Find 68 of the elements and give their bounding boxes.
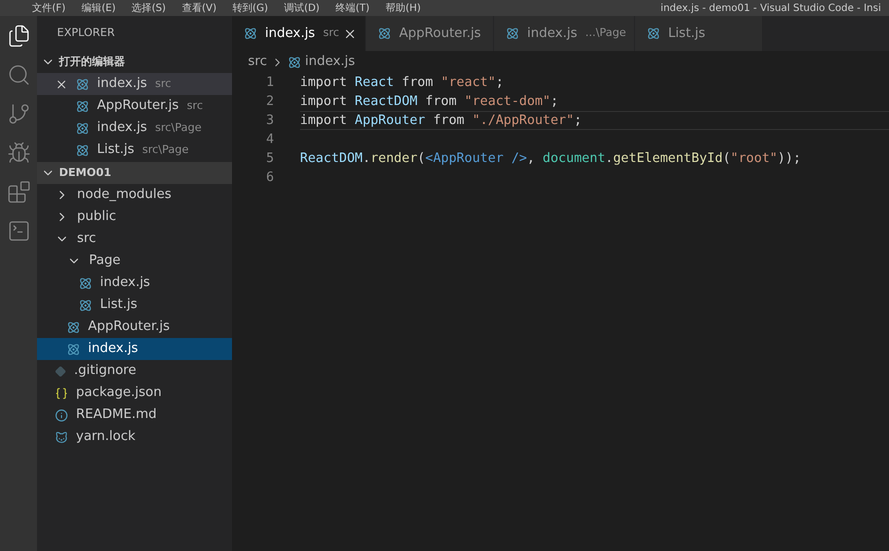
- terminal-icon[interactable]: [6, 219, 30, 243]
- menu-item[interactable]: 转到(G): [232, 0, 268, 16]
- line-number: 3: [265, 112, 274, 130]
- info-icon: [55, 408, 68, 422]
- tree-item[interactable]: List.js: [37, 294, 232, 316]
- breadcrumb-item[interactable]: src: [248, 52, 267, 72]
- atom-icon: [76, 100, 89, 112]
- search-icon[interactable]: [6, 63, 30, 87]
- atom-icon: [76, 144, 89, 156]
- code-line: import AppRouter from "./AppRouter";: [300, 111, 889, 130]
- menu-item[interactable]: 编辑(E): [82, 0, 116, 16]
- atom-icon: [506, 27, 520, 40]
- tree-item[interactable]: index.js: [37, 338, 232, 360]
- braces-icon: [55, 386, 68, 400]
- line-number: 4: [265, 130, 274, 149]
- line-number: 6: [265, 168, 274, 187]
- editor-tab[interactable]: index.js ...\Page: [494, 16, 636, 51]
- atom-icon: [647, 27, 660, 40]
- diamond-icon: [55, 366, 66, 376]
- atom-icon: [67, 320, 80, 334]
- editor-tab[interactable]: AppRouter.js: [366, 16, 494, 51]
- menu-item[interactable]: 调试(D): [284, 0, 320, 16]
- open-editor-item[interactable]: index.js src: [37, 73, 232, 95]
- atom-icon: [67, 342, 80, 356]
- menu-item[interactable]: 帮助(H): [386, 0, 421, 16]
- menu-item[interactable]: 选择(S): [132, 0, 166, 16]
- tree-item[interactable]: .gitignore: [37, 360, 232, 382]
- open-editor-item[interactable]: AppRouter.js src: [37, 95, 232, 117]
- tree-item[interactable]: index.js: [37, 272, 232, 294]
- tree-item[interactable]: README.md: [37, 404, 232, 426]
- blocks-icon[interactable]: [6, 180, 30, 204]
- code-line: ReactDOM.render(<AppRouter />, document.getElementById("root"));: [300, 150, 802, 168]
- open-editor-item[interactable]: index.js src\Page: [37, 117, 232, 139]
- section-header[interactable]: 打开的编辑器: [37, 51, 232, 73]
- editor-tab[interactable]: index.js src: [232, 16, 366, 51]
- section-header[interactable]: DEMO01: [37, 162, 232, 184]
- menu-item[interactable]: 终端(T): [336, 0, 370, 16]
- code-line: import ReactDOM from "react-dom";: [300, 92, 560, 111]
- editor-tab[interactable]: List.js: [635, 16, 764, 51]
- tree-item[interactable]: package.json: [37, 382, 232, 404]
- atom-icon: [288, 56, 301, 68]
- tree-item[interactable]: yarn.lock: [37, 426, 232, 448]
- breadcrumb-item[interactable]: index.js: [304, 52, 356, 72]
- tree-item[interactable]: public: [37, 206, 232, 228]
- window-title: index.js - demo01 - Visual Studio Code - Insi: [660, 2, 881, 16]
- files-icon[interactable]: [6, 24, 30, 48]
- menu-item[interactable]: 文件(F): [32, 0, 66, 16]
- atom-icon: [244, 27, 257, 40]
- atom-icon: [378, 27, 392, 40]
- line-number: 2: [265, 92, 274, 111]
- tree-item[interactable]: src: [37, 228, 232, 250]
- tree-item[interactable]: Page: [37, 250, 232, 272]
- open-editor-item[interactable]: List.js src\Page: [37, 139, 232, 161]
- code-line: import React from "react";: [300, 74, 505, 92]
- atom-icon: [79, 276, 92, 290]
- atom-icon: [79, 298, 92, 312]
- line-number: 5: [265, 150, 274, 168]
- branch-icon[interactable]: [6, 102, 30, 126]
- close-icon[interactable]: [55, 78, 68, 90]
- sidebar-title: EXPLORER: [57, 25, 115, 42]
- cat-icon: [55, 430, 68, 444]
- tree-item[interactable]: AppRouter.js: [37, 316, 232, 338]
- atom-icon: [76, 122, 89, 134]
- menu-item[interactable]: 查看(V): [182, 0, 216, 16]
- bug-icon[interactable]: [6, 141, 30, 165]
- tree-item[interactable]: node_modules: [37, 184, 232, 206]
- atom-icon: [76, 78, 89, 90]
- line-number: 1: [265, 74, 274, 92]
